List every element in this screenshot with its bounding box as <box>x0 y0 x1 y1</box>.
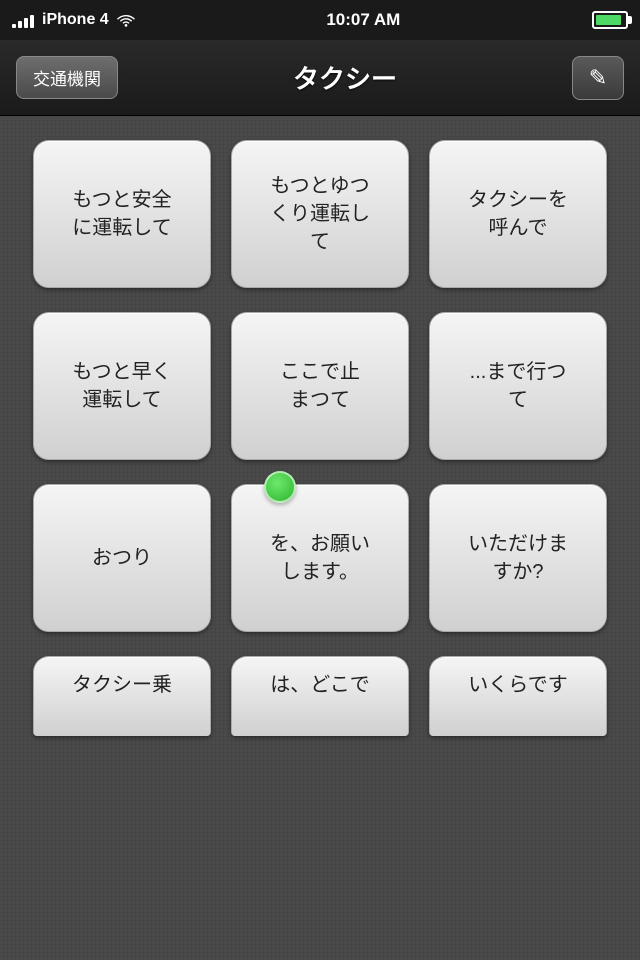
wifi-icon <box>117 13 135 27</box>
green-dot-indicator <box>264 471 296 503</box>
battery-icon <box>592 11 628 29</box>
carrier-label: iPhone 4 <box>42 11 109 29</box>
grid-row-3: おつり を、お願いします。 いただけますか? <box>20 484 620 632</box>
grid-row-2: もつと早く運転して ここで止まつて ...まで行つて <box>20 312 620 460</box>
cell-7[interactable]: おつり <box>33 484 211 632</box>
page-title: タクシー <box>293 59 397 96</box>
cell-10[interactable]: タクシー乗 <box>33 656 211 736</box>
cell-5-text: ここで止まつて <box>280 358 360 414</box>
signal-bars-icon <box>12 12 34 28</box>
grid-row-4: タクシー乗 は、どこで いくらです <box>20 656 620 736</box>
cell-6-text: ...まで行つて <box>470 358 567 414</box>
cell-11[interactable]: は、どこで <box>231 656 409 736</box>
cell-1[interactable]: もつと安全に運転して <box>33 140 211 288</box>
cell-8-text: を、お願いします。 <box>270 530 370 586</box>
cell-6[interactable]: ...まで行つて <box>429 312 607 460</box>
battery-fill <box>596 15 621 25</box>
cell-1-text: もつと安全に運転して <box>72 186 171 242</box>
status-bar: iPhone 4 10:07 AM <box>0 0 640 40</box>
cell-9-text: いただけますか? <box>468 530 568 586</box>
cell-2-text: もつとゆつくり運転して <box>270 172 370 256</box>
edit-button[interactable]: ✎ <box>572 56 624 100</box>
cell-2[interactable]: もつとゆつくり運転して <box>231 140 409 288</box>
cell-8[interactable]: を、お願いします。 <box>231 484 409 632</box>
cell-12[interactable]: いくらです <box>429 656 607 736</box>
cell-9[interactable]: いただけますか? <box>429 484 607 632</box>
main-content: もつと安全に運転して もつとゆつくり運転して タクシーを呼んで もつと早く運転し… <box>0 116 640 960</box>
status-right <box>592 11 628 29</box>
cell-7-text: おつり <box>92 544 152 572</box>
cell-3[interactable]: タクシーを呼んで <box>429 140 607 288</box>
cell-3-text: タクシーを呼んで <box>468 186 568 242</box>
nav-bar: 交通機関 タクシー ✎ <box>0 40 640 116</box>
pencil-icon: ✎ <box>589 65 607 91</box>
cell-5[interactable]: ここで止まつて <box>231 312 409 460</box>
status-left: iPhone 4 <box>12 11 135 29</box>
cell-11-text: は、どこで <box>270 671 369 699</box>
grid-row-1: もつと安全に運転して もつとゆつくり運転して タクシーを呼んで <box>20 140 620 288</box>
cell-4[interactable]: もつと早く運転して <box>33 312 211 460</box>
cell-10-text: タクシー乗 <box>72 671 172 699</box>
cell-4-text: もつと早く運転して <box>72 358 171 414</box>
status-time: 10:07 AM <box>326 10 400 30</box>
cell-12-text: いくらです <box>468 671 567 699</box>
back-button[interactable]: 交通機関 <box>16 56 118 99</box>
